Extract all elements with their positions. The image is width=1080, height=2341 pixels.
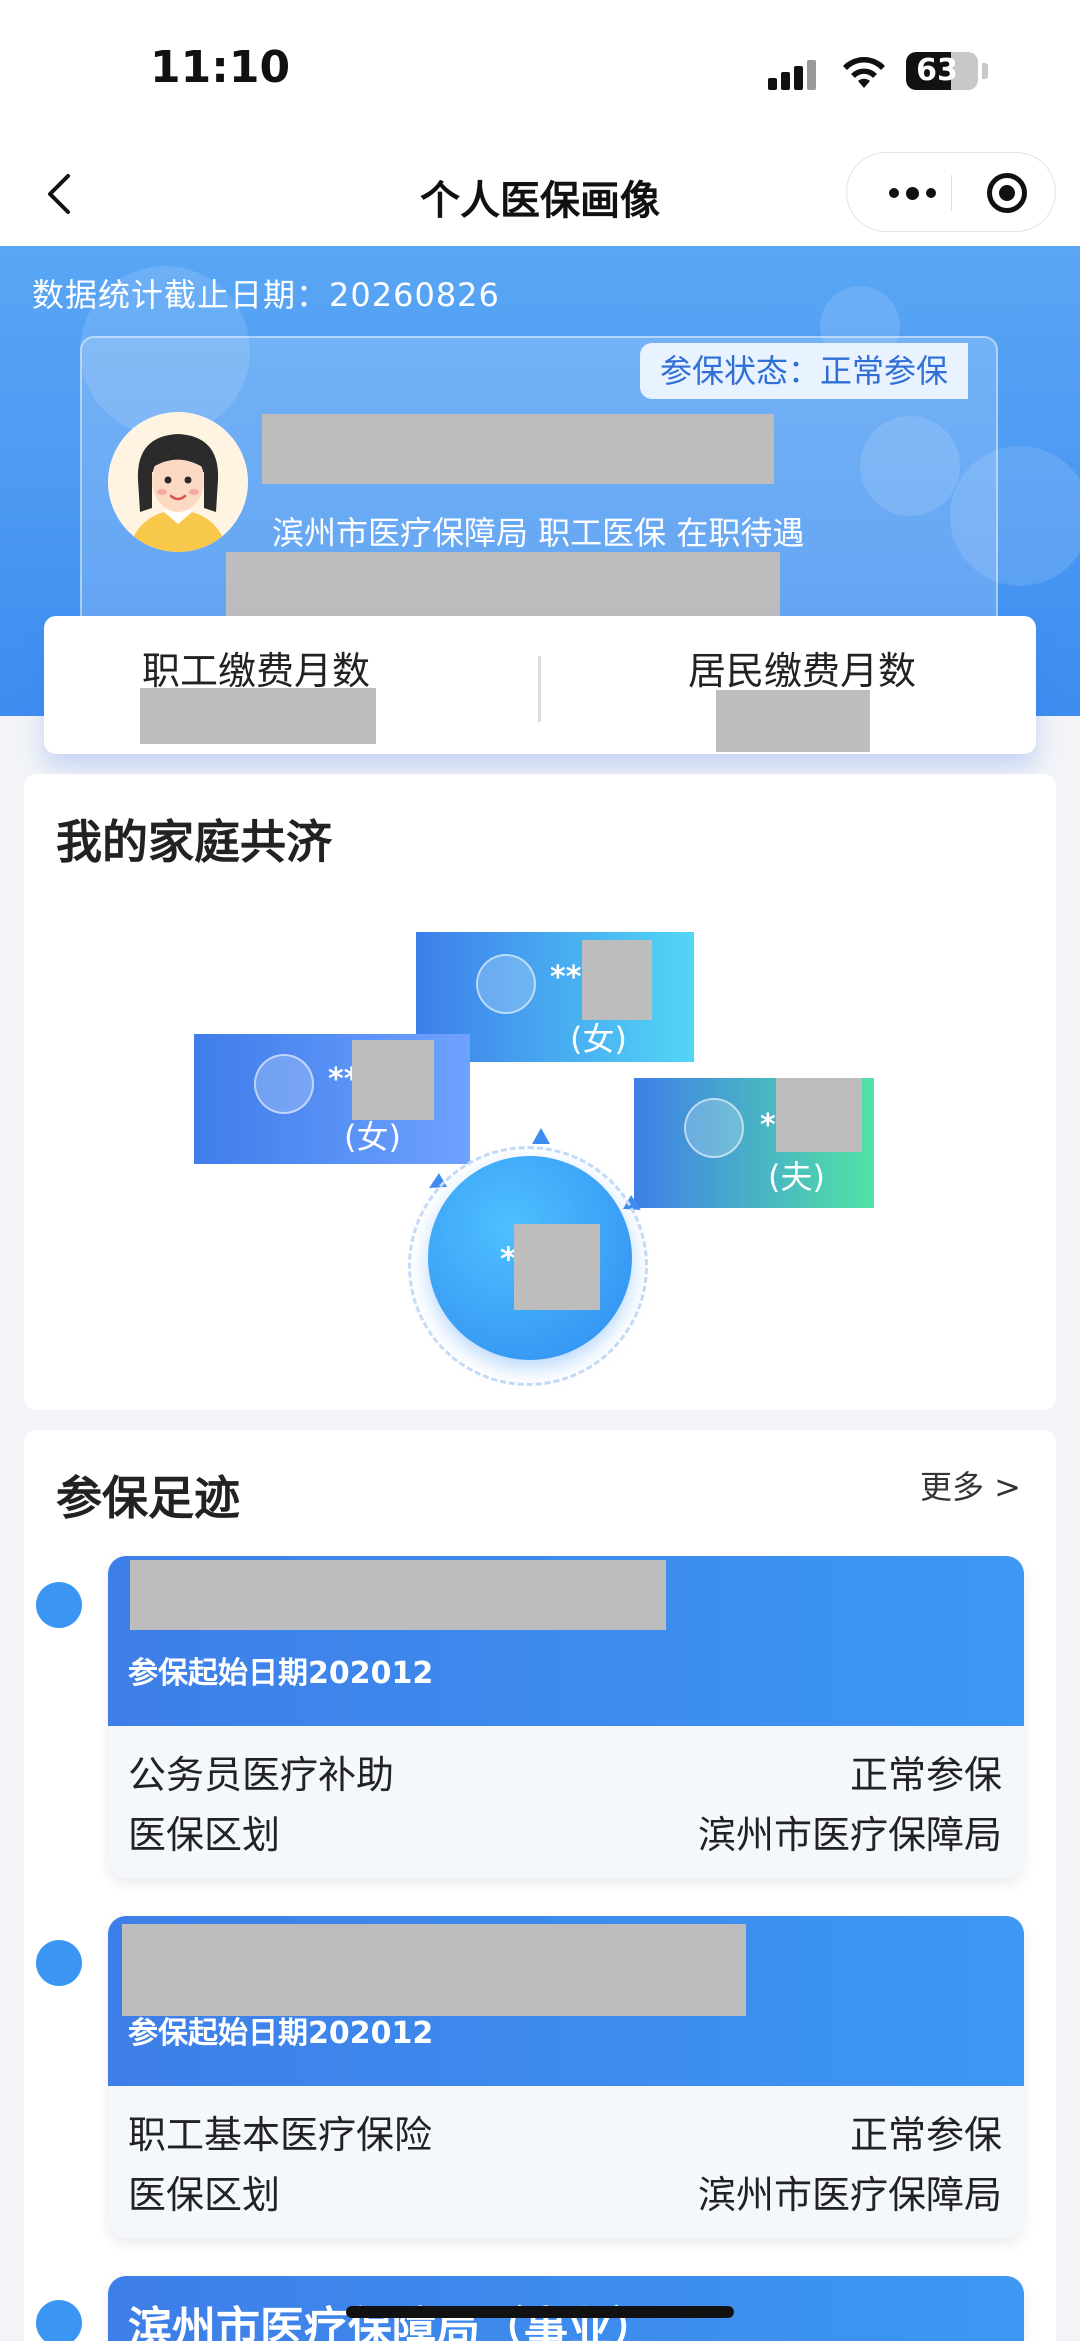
- stat-date: 数据统计截止日期：20260826: [32, 270, 500, 316]
- home-indicator: [346, 2306, 734, 2318]
- status-bar: 11:10 63: [0, 0, 1080, 140]
- family-title: 我的家庭共济: [56, 815, 332, 869]
- insured-status-badge: 参保状态：正常参保: [640, 343, 969, 399]
- footprint-more-link[interactable]: 更多 >: [920, 1462, 1021, 1508]
- stat-date-value: 20260826: [329, 276, 500, 314]
- member-name-redacted: [352, 1040, 434, 1120]
- footprint-region: 滨州市医疗保障局: [697, 2173, 1002, 2217]
- payment-months-card: 职工缴费月数 居民缴费月数: [44, 616, 1036, 754]
- footprint-type-row: 职工基本医疗保险 正常参保: [128, 2104, 1002, 2159]
- stat-date-label: 数据统计截止日期：: [32, 276, 330, 314]
- footprint-status: 正常参保: [849, 2113, 1002, 2157]
- mini-program-capsule: [846, 152, 1056, 232]
- member-avatar-icon: [476, 954, 536, 1014]
- member-name-redacted: [776, 1078, 862, 1152]
- month-divider: [538, 656, 541, 722]
- footprint-status: 正常参保: [849, 1753, 1002, 1797]
- name-redacted: [262, 414, 774, 484]
- footprint-region-row: 医保区划 滨州市医疗保障局: [128, 2164, 1002, 2219]
- resident-months-redacted: [716, 690, 870, 752]
- member-relation: (女): [570, 1020, 627, 1058]
- insurance-org-line: 滨州市医疗保障局 职工医保 在职待遇: [272, 514, 805, 552]
- nav-bar: 个人医保画像: [0, 140, 1080, 246]
- wifi-icon: [843, 57, 885, 88]
- footprint-title-redacted: [130, 1560, 666, 1630]
- member-name-mask: **: [550, 960, 582, 995]
- member-avatar-icon: [254, 1054, 314, 1114]
- timeline-dot: [36, 1940, 82, 1986]
- resident-months-label: 居民缴费月数: [688, 649, 917, 693]
- footprint-type-row: 公务员医疗补助 正常参保: [128, 1744, 1002, 1799]
- member-avatar-icon: [684, 1098, 744, 1158]
- battery-icon: 63: [906, 52, 978, 90]
- battery-tip: [982, 63, 988, 79]
- battery-level: 63: [916, 53, 958, 88]
- footprint-type: 职工基本医疗保险: [128, 2113, 433, 2157]
- footprint-region-label: 医保区划: [128, 2173, 281, 2217]
- footprint-title: 参保足迹: [56, 1471, 240, 1525]
- footprint-start-date: 参保起始日期202012: [128, 1656, 434, 1691]
- member-relation: (夫): [768, 1158, 825, 1196]
- close-mini-program-button[interactable]: [987, 173, 1027, 213]
- footprint-region-row: 医保区划 滨州市医疗保障局: [128, 1804, 1002, 1859]
- footprint-region: 滨州市医疗保障局: [697, 1813, 1002, 1857]
- timeline-dot: [36, 1582, 82, 1628]
- member-name-mask: *: [760, 1108, 776, 1143]
- member-name-redacted: [582, 940, 652, 1020]
- signal-icon: [768, 58, 820, 90]
- arrow-up-icon: [532, 1128, 550, 1144]
- id-redacted: [226, 552, 780, 622]
- avatar: [108, 412, 248, 552]
- employee-months-redacted: [140, 688, 376, 744]
- timeline-dot: [36, 2300, 82, 2341]
- self-name-redacted: [514, 1224, 600, 1310]
- employee-months-label: 职工缴费月数: [142, 649, 371, 693]
- capsule-divider: [951, 175, 952, 211]
- footprint-title-redacted: [122, 1924, 746, 2016]
- footprint-region-label: 医保区划: [128, 1813, 281, 1857]
- more-button[interactable]: [877, 153, 947, 233]
- footprint-type: 公务员医疗补助: [128, 1753, 395, 1797]
- status-time: 11:10: [150, 42, 291, 93]
